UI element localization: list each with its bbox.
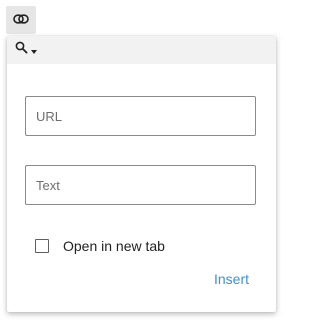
url-input[interactable] <box>25 96 256 136</box>
open-in-new-tab-option[interactable]: Open in new tab <box>35 237 165 255</box>
link-icon <box>13 11 29 29</box>
text-input[interactable] <box>25 165 256 205</box>
search-icon <box>15 41 28 59</box>
caret-down-icon <box>31 50 37 54</box>
insert-link-button[interactable] <box>6 6 36 34</box>
popover-header <box>7 36 276 64</box>
open-in-new-tab-checkbox[interactable] <box>35 239 49 253</box>
open-in-new-tab-label: Open in new tab <box>63 238 165 254</box>
insert-button[interactable]: Insert <box>214 271 249 287</box>
link-popover: Open in new tab Insert <box>7 36 276 312</box>
search-dropdown-toggle[interactable] <box>15 40 37 60</box>
